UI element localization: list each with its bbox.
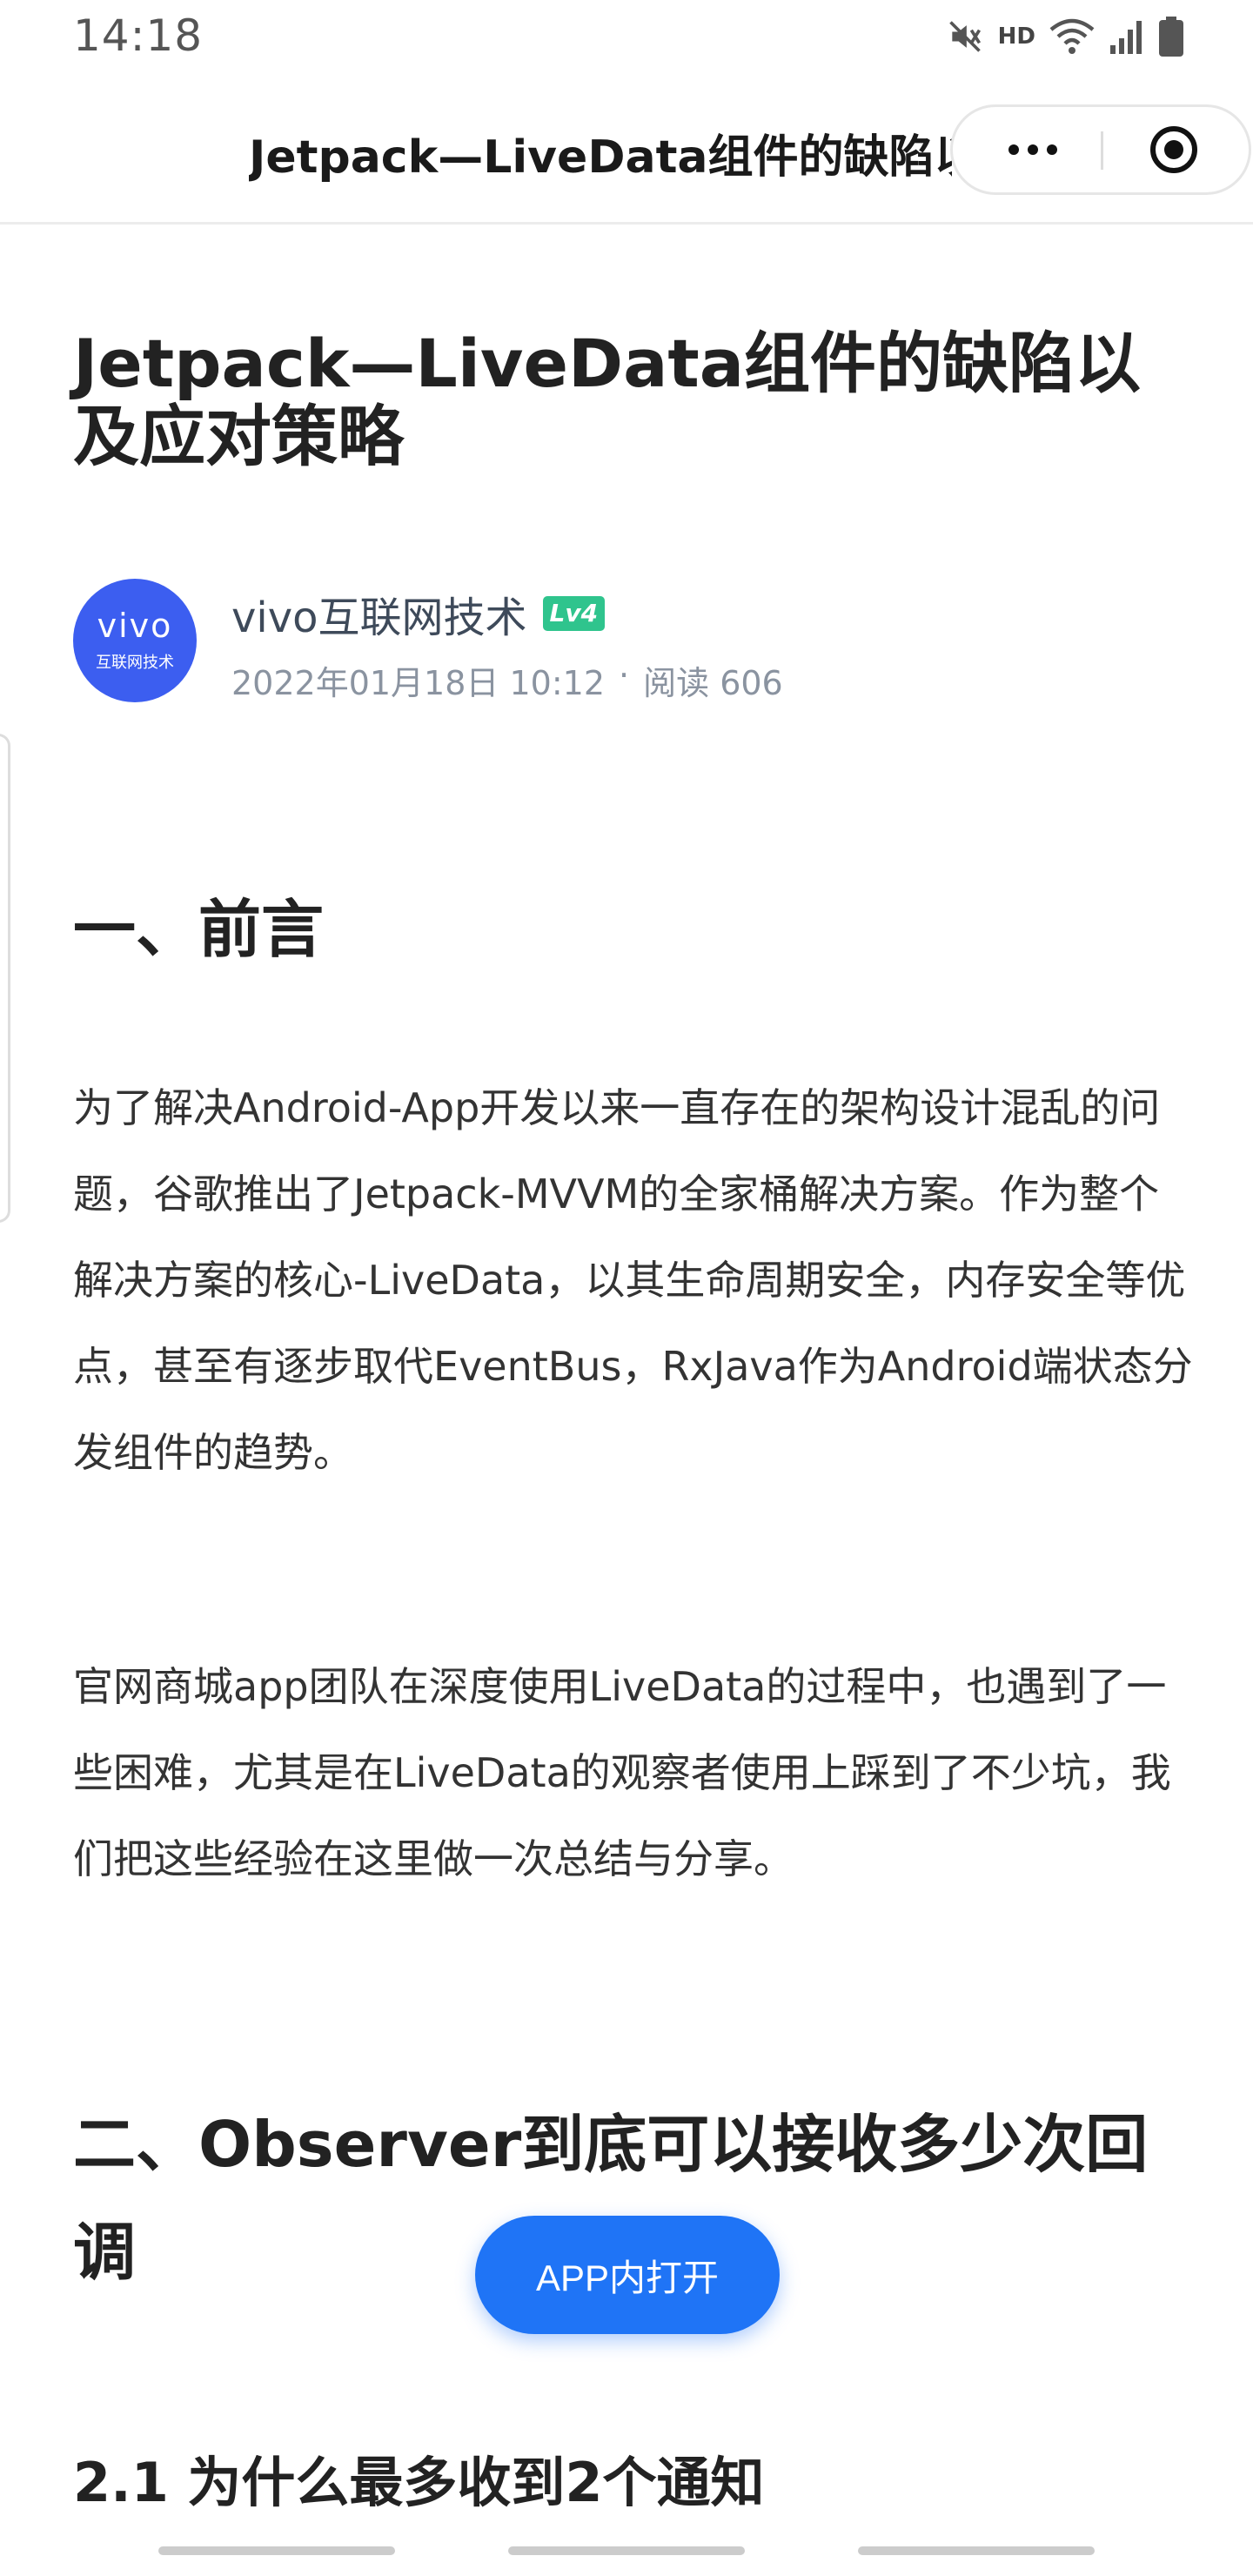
avatar-subtitle: 互联网技术 [96, 654, 174, 672]
open-in-app-button[interactable]: APP内打开 [475, 2216, 780, 2334]
paragraph: 官网商城app团队在深度使用LiveData的过程中，也遇到了一些困难，尤其是在… [73, 1663, 1171, 1882]
status-bar: 14:18 HD [0, 0, 1253, 75]
status-icons: HD [946, 12, 1183, 61]
signal-icon [1110, 21, 1142, 54]
side-drawer-handle[interactable] [0, 734, 10, 1223]
author-row: vivo互联网技术 Lv4 [231, 583, 606, 644]
read-count: 阅读 606 [643, 664, 783, 702]
meta-separator: · [619, 656, 630, 694]
author-name[interactable]: vivo互联网技术 [231, 583, 527, 644]
avatar-logo: vivo [97, 607, 173, 645]
hd-label: HD [997, 23, 1035, 50]
avatar[interactable]: vivo 互联网技术 [73, 579, 197, 702]
nav-title: Jetpack—LiveData组件的缺陷以及应对策略 [249, 131, 952, 184]
section-heading-preface: 一、前言 [73, 893, 325, 966]
gesture-bar-center [508, 2546, 745, 2555]
mute-icon [948, 21, 981, 52]
battery-icon [1159, 17, 1183, 57]
close-circle-icon [1150, 126, 1197, 173]
subsection-heading: 2.1 为什么最多收到2个通知 [73, 2451, 765, 2514]
publish-date: 2022年01月18日 10:12 [231, 664, 606, 702]
mini-program-capsule [950, 104, 1251, 195]
level-badge: Lv4 [542, 596, 606, 631]
more-button[interactable] [991, 119, 1075, 180]
more-dots-icon [1008, 144, 1057, 155]
status-time: 14:18 [73, 10, 204, 61]
capsule-divider [1101, 131, 1103, 170]
article-meta: 2022年01月18日 10:12 · 阅读 606 [231, 656, 783, 704]
close-button[interactable] [1132, 119, 1216, 180]
paragraph: 为了解决Android-App开发以来一直存在的架构设计混乱的问题，谷歌推出了J… [73, 1084, 1193, 1476]
article-title: Jetpack—LiveData组件的缺陷以及应对策略 [73, 325, 1141, 475]
navigation-bar: Jetpack—LiveData组件的缺陷以及应对策略 [0, 75, 1253, 225]
gesture-bar-left [158, 2546, 395, 2555]
wifi-icon [1049, 18, 1095, 54]
gesture-bar-right [858, 2546, 1095, 2555]
